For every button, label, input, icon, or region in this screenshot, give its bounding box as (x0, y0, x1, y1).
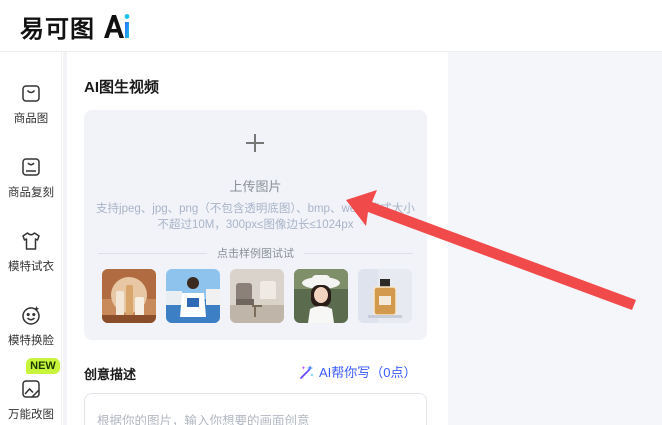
shopping-bag-icon (22, 85, 40, 102)
image-edit-icon (22, 380, 40, 398)
top-bar: 易可图 (0, 0, 662, 52)
description-placeholder: 根据你的图片，输入你想要的画面创意 (97, 414, 310, 425)
creative-description-input[interactable]: 根据你的图片，输入你想要的画面创意 (84, 393, 427, 425)
divider-line (98, 252, 207, 254)
sidebar-item-label: 模特换脸 (8, 335, 54, 347)
sample-label: 点击样例图试试 (217, 248, 294, 260)
sidebar-item-product-copy[interactable]: 商品复刻 (0, 156, 62, 216)
face-swap-icon (22, 306, 40, 325)
sample-image-chairs[interactable] (230, 269, 284, 323)
magic-wand-icon (300, 364, 314, 379)
settings-panel: AI图生视频 上传图片 支持jpeg、jpg、png（不包含透明底图）、bmp、… (67, 52, 448, 425)
sample-image-girl-hat[interactable] (294, 269, 348, 323)
logo[interactable]: 易可图 (20, 10, 131, 43)
sidebar-item-label: 商品图 (13, 113, 49, 125)
sidebar-item-product-image[interactable]: 商品图 (0, 82, 62, 142)
preview-area (448, 52, 662, 425)
logo-text: 易可图 (20, 15, 95, 43)
sidebar-item-label: 模特试衣 (8, 261, 54, 273)
description-title: 创意描述 (84, 367, 137, 382)
ai-help-label: AI帮你写（0点） (319, 365, 417, 380)
upload-area[interactable]: 上传图片 支持jpeg、jpg、png（不包含透明底图）、bmp、webp格式大… (84, 110, 427, 340)
page-title: AI图生视频 (84, 79, 160, 96)
upload-label: 上传图片 (229, 179, 282, 194)
sample-thumbnails (102, 269, 412, 325)
shirt-icon (22, 232, 40, 250)
sample-image-perfume[interactable] (358, 269, 412, 323)
sidebar-item-face-swap[interactable]: 模特换脸 (0, 304, 62, 364)
sample-image-beach-tshirt[interactable] (166, 269, 220, 323)
ai-help-write-button[interactable]: AI帮你写（0点） (299, 362, 417, 381)
new-badge: NEW (26, 358, 60, 374)
sidebar-item-model-tryon[interactable]: 模特试衣 (0, 230, 62, 290)
upload-hint: 支持jpeg、jpg、png（不包含透明底图）、bmp、webp格式大小不超过1… (96, 203, 415, 231)
bag-copy-icon (22, 158, 40, 176)
plus-icon (246, 134, 264, 152)
sidebar-item-label: 万能改图 (8, 409, 54, 421)
sidebar-item-image-edit[interactable]: 万能改图 (0, 378, 62, 425)
sidebar-item-label: 商品复刻 (8, 187, 54, 199)
sample-divider: 点击样例图试试 (98, 246, 413, 260)
sample-image-cosmetics[interactable] (102, 269, 156, 323)
logo-ai-icon (104, 14, 130, 38)
divider-line (304, 252, 413, 254)
